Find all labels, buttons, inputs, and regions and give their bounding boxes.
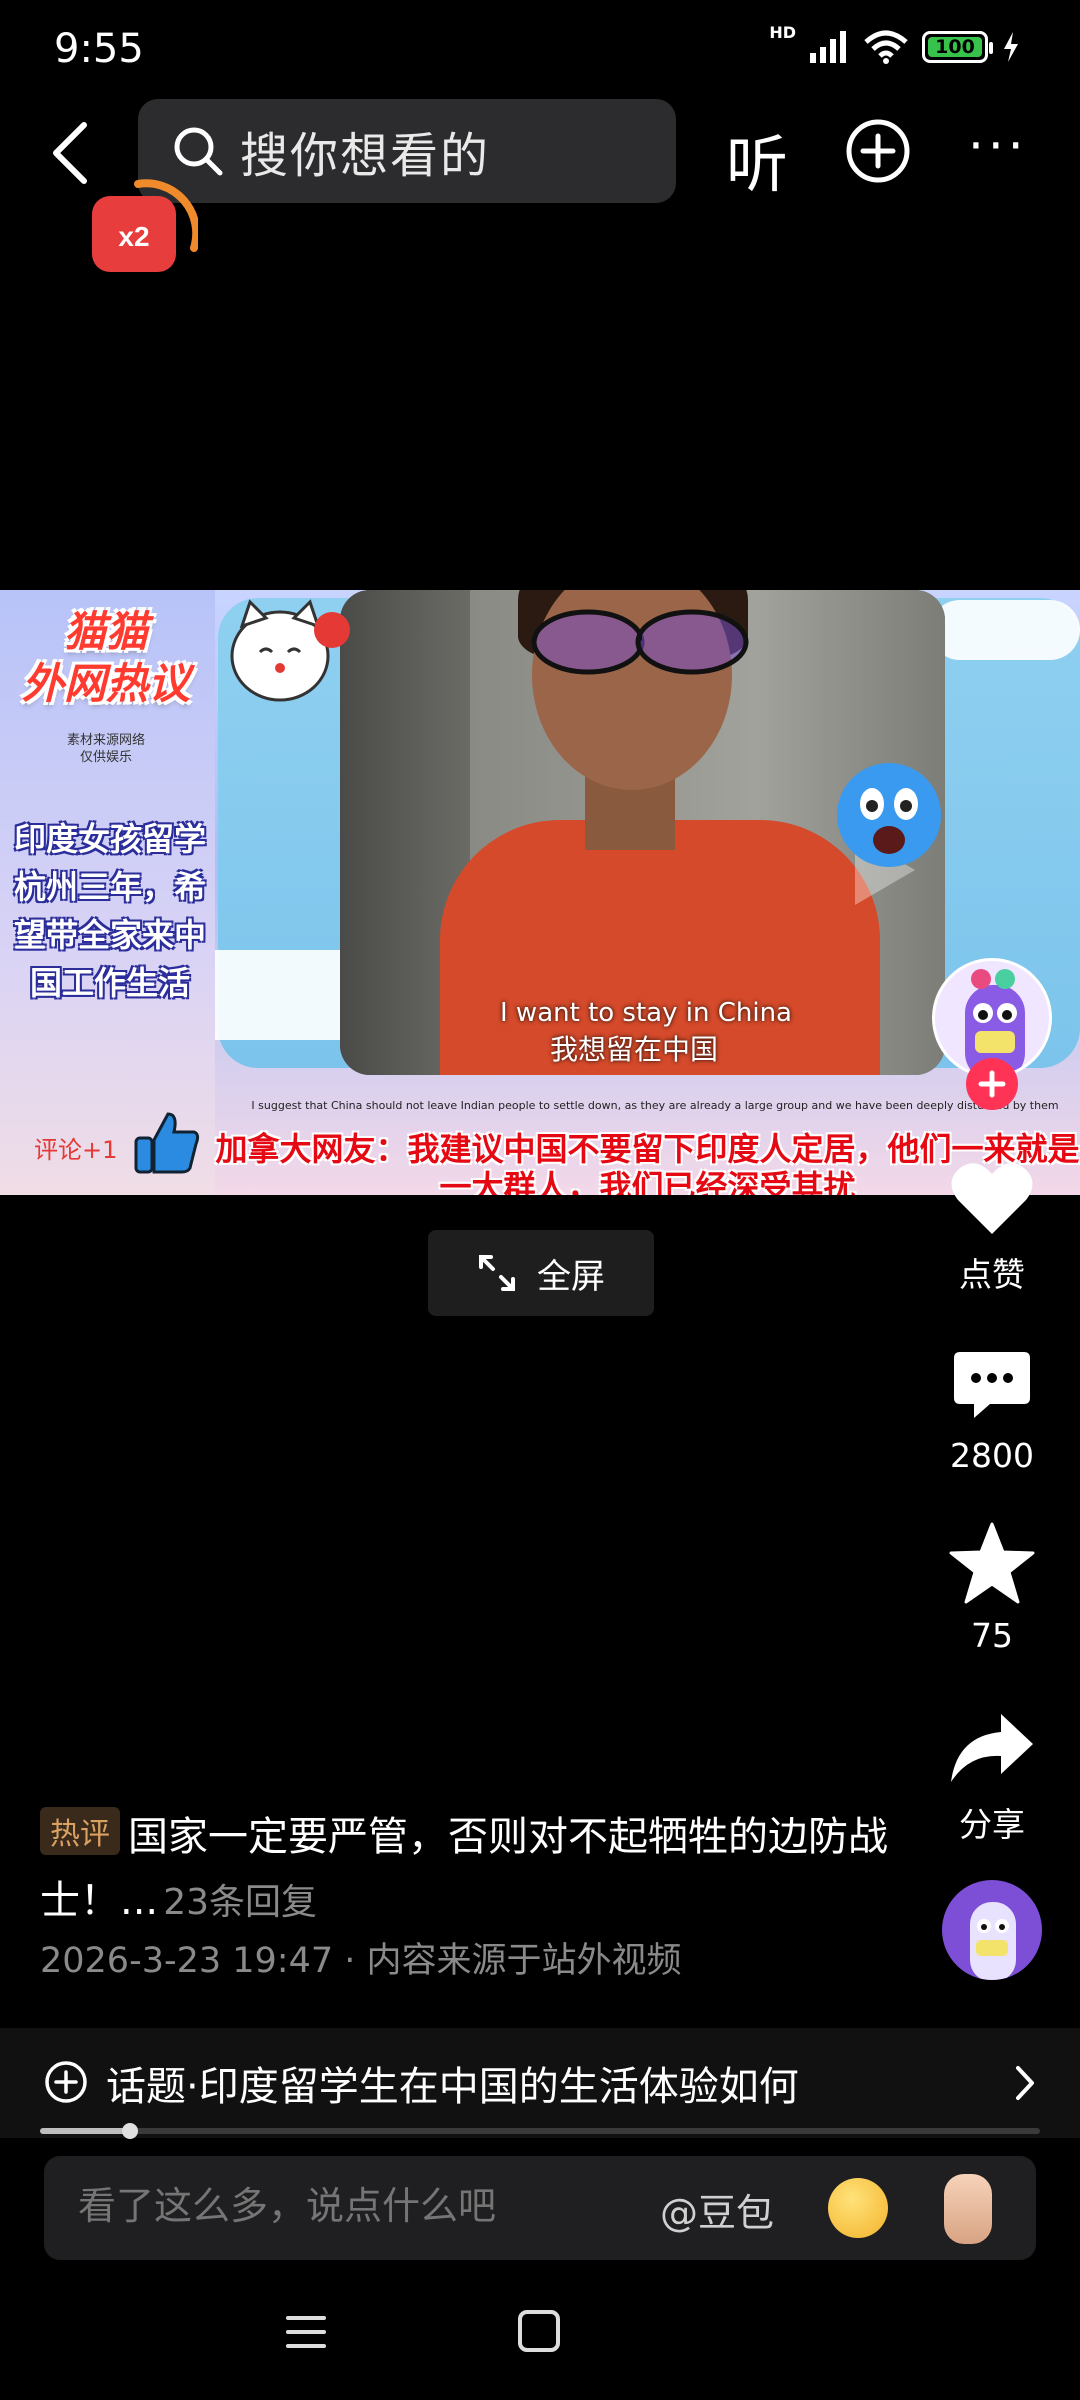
- topic-text: 话题·印度留学生在中国的生活体验如何: [106, 2064, 799, 2110]
- share-icon: [951, 1714, 1033, 1782]
- gift-icon[interactable]: [944, 2174, 992, 2244]
- back-arrow-icon: [53, 122, 87, 184]
- more-button[interactable]: ···: [968, 116, 1028, 176]
- topic-add-icon: [45, 2061, 87, 2103]
- brand-title: 猫猫 外网热议: [21, 607, 190, 708]
- comment-input[interactable]: [78, 2184, 638, 2228]
- recent-apps-icon[interactable]: [284, 2310, 328, 2354]
- post-meta: 2026-3-23 19:47 · 内容来源于站外视频: [40, 1941, 682, 1981]
- comment-icon: [954, 1352, 1030, 1418]
- battery-icon: 100: [922, 31, 993, 63]
- battery-level: 100: [935, 36, 975, 58]
- hd-label: HD: [769, 23, 796, 42]
- add-icon[interactable]: [845, 118, 911, 184]
- hot-comment-tag: 热评: [40, 1807, 120, 1855]
- video-player[interactable]: 猫猫 外网热议 素材来源网络 仅供娱乐 印度女孩留学杭州三年，希望带全家来中国工…: [0, 590, 1080, 1195]
- comment-input-bar[interactable]: @豆包: [44, 2156, 1036, 2260]
- expand-icon: [479, 1255, 515, 1291]
- follow-button[interactable]: [966, 1058, 1018, 1110]
- overlay-english-text: I suggest that China should not leave In…: [251, 1099, 1059, 1112]
- charging-icon: [1004, 32, 1018, 62]
- like-button[interactable]: 点赞: [930, 1160, 1054, 1296]
- share-button[interactable]: 分享: [930, 1710, 1054, 1846]
- fullscreen-button[interactable]: 全屏: [428, 1230, 654, 1316]
- comment-button[interactable]: 2800: [930, 1348, 1054, 1475]
- star-icon: [949, 1522, 1035, 1604]
- favorite-count: 75: [971, 1616, 1013, 1655]
- comment-label: 评论+1: [34, 1136, 118, 1164]
- badge-label: x2: [118, 221, 149, 252]
- subtitle-english: I want to stay in China: [500, 998, 792, 1028]
- brand-note: 素材来源网络 仅供娱乐: [66, 733, 145, 765]
- signal-icon: [810, 31, 846, 63]
- status-time: 9:55: [54, 26, 144, 72]
- comment-count: 2800: [950, 1436, 1034, 1475]
- emoji-icon[interactable]: [828, 2178, 888, 2238]
- video-caption: 印度女孩留学杭州三年，希望带全家来中国工作生活: [13, 820, 206, 1002]
- share-label: 分享: [959, 1805, 1025, 1844]
- search-icon: [174, 127, 223, 176]
- reply-count[interactable]: 23条回复: [163, 1882, 317, 1923]
- avatar-character-icon: [970, 1902, 1016, 1980]
- chevron-right-icon: [1016, 2066, 1034, 2100]
- glasses-icon: [531, 609, 749, 675]
- progress-knob[interactable]: [122, 2123, 138, 2139]
- progress-fill: [40, 2128, 130, 2134]
- commenter-avatar[interactable]: [942, 1880, 1042, 1980]
- lucky-cat-sticker: [230, 599, 350, 702]
- hot-comment[interactable]: 热评 国家一定要严管，否则对不起牺牲的边防战士！... 23条回复: [40, 1805, 890, 1933]
- subtitle-chinese: 我想留在中国: [550, 1033, 719, 1066]
- video-progress-bar[interactable]: [40, 2123, 1040, 2139]
- fullscreen-label: 全屏: [537, 1256, 605, 1297]
- search-box[interactable]: 搜你想看的: [138, 99, 676, 203]
- system-nav-bar: [0, 2280, 1080, 2400]
- thumbs-up-icon: [134, 1112, 200, 1174]
- plus-icon: [978, 1070, 1006, 1098]
- like-label: 点赞: [959, 1255, 1025, 1294]
- reward-badge-icon[interactable]: x2: [88, 178, 198, 278]
- cloud-decoration: [930, 600, 1080, 660]
- topic-bar[interactable]: 话题·印度留学生在中国的生活体验如何: [0, 2028, 1080, 2138]
- status-icons: HD 100: [769, 25, 1020, 64]
- heart-icon: [951, 1163, 1033, 1234]
- favorite-button[interactable]: 75: [930, 1522, 1054, 1655]
- wifi-icon: [864, 30, 908, 64]
- mention-button[interactable]: @豆包: [660, 2182, 774, 2237]
- scared-emoji-icon: [837, 763, 941, 867]
- home-icon[interactable]: [518, 2310, 560, 2352]
- video-side-panel: 猫猫 外网热议 素材来源网络 仅供娱乐 印度女孩留学杭州三年，希望带全家来中国工…: [0, 590, 215, 1195]
- status-bar: 9:55 HD 100: [0, 0, 1080, 110]
- search-placeholder: 搜你想看的: [240, 128, 491, 184]
- listen-button[interactable]: 听: [726, 114, 788, 204]
